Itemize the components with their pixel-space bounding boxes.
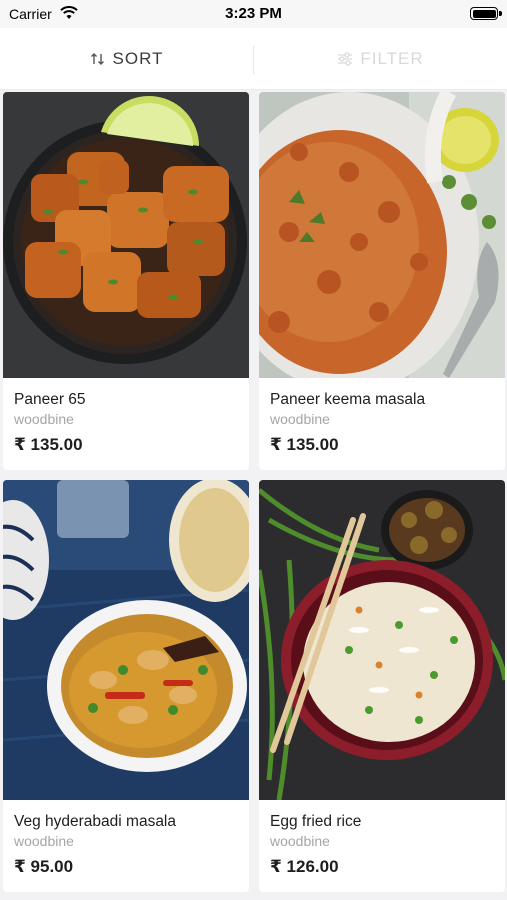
product-card[interactable]: Paneer 65 woodbine ₹ 135.00 — [3, 92, 249, 470]
filter-icon — [338, 52, 353, 66]
status-time: 3:23 PM — [225, 5, 282, 22]
product-store: woodbine — [14, 833, 74, 849]
product-card[interactable]: Veg hyderabadi masala woodbine ₹ 95.00 — [3, 480, 249, 892]
product-price: ₹ 135.00 — [14, 435, 83, 454]
product-card[interactable]: Paneer keema masala woodbine ₹ 135.00 — [259, 92, 505, 470]
sort-label: SORT — [112, 49, 164, 68]
product-image — [3, 92, 249, 378]
product-price: ₹ 126.00 — [270, 857, 339, 876]
product-image — [259, 480, 505, 800]
product-title: Paneer 65 — [14, 391, 86, 408]
product-title: Veg hyderabadi masala — [14, 813, 177, 830]
product-title: Egg fried rice — [270, 813, 362, 830]
product-title: Paneer keema masala — [270, 391, 426, 408]
product-store: woodbine — [270, 833, 330, 849]
filter-button[interactable]: FILTER — [254, 28, 507, 90]
sort-icon — [90, 53, 104, 65]
product-card[interactable]: Egg fried rice woodbine ₹ 126.00 — [259, 480, 505, 892]
product-store: woodbine — [270, 411, 330, 427]
sort-filter-toolbar: SORT FILTER — [0, 28, 507, 90]
battery-icon — [470, 7, 502, 20]
product-image — [259, 92, 505, 378]
filter-label: FILTER — [360, 49, 424, 68]
product-image — [3, 480, 249, 800]
product-price: ₹ 95.00 — [14, 857, 74, 876]
sort-button[interactable]: SORT — [0, 28, 253, 90]
product-store: woodbine — [14, 411, 74, 427]
product-price: ₹ 135.00 — [270, 435, 339, 454]
status-bar: Carrier 3:23 PM — [0, 0, 507, 28]
